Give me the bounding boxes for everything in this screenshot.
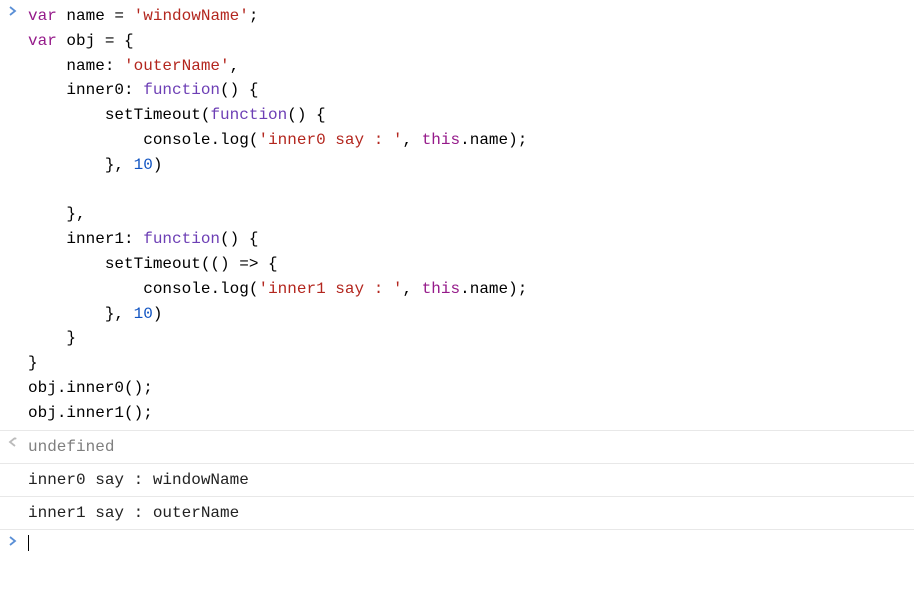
code-token: 'inner0 say : '	[258, 131, 402, 149]
code-token: =>	[239, 255, 258, 273]
code-token: this	[422, 280, 460, 298]
code-token: }	[66, 329, 76, 347]
code-token: var	[28, 7, 57, 25]
code-token: 'inner1 say : '	[258, 280, 402, 298]
code-token: },	[105, 305, 134, 323]
code-token: obj	[28, 404, 57, 422]
input-chevron-icon	[8, 6, 20, 18]
code-token	[57, 7, 67, 25]
code-token: ();	[124, 379, 153, 397]
code-token: );	[508, 280, 527, 298]
code-token: function	[143, 230, 220, 248]
code-token: ,	[230, 57, 240, 75]
code-token: () {	[220, 230, 258, 248]
code-token: ,	[403, 131, 422, 149]
code-token: setTimeout	[105, 255, 201, 273]
prompt-cursor[interactable]	[28, 535, 29, 551]
console-log-entry: inner1 say : outerName	[0, 497, 914, 530]
code-token: )	[153, 305, 163, 323]
code-token: setTimeout	[105, 106, 201, 124]
code-token: ;	[249, 7, 259, 25]
code-token: name	[470, 131, 508, 149]
code-token: this	[422, 131, 460, 149]
code-token: }	[28, 354, 38, 372]
code-token: 10	[134, 305, 153, 323]
code-token: .	[460, 131, 470, 149]
code-token: :	[124, 81, 143, 99]
code-token: .	[57, 379, 67, 397]
code-token: .	[460, 280, 470, 298]
console-log-entry: inner0 say : windowName	[0, 464, 914, 497]
code-token: obj	[66, 32, 95, 50]
code-token: {	[258, 255, 277, 273]
code-token: name	[66, 57, 104, 75]
code-token: inner1	[66, 404, 124, 422]
log-message: inner0 say : windowName	[28, 471, 249, 489]
code-token: log	[220, 131, 249, 149]
console-result-entry: undefined	[0, 431, 914, 464]
code-token: 'windowName'	[134, 7, 249, 25]
code-token: .	[210, 131, 220, 149]
code-token: },	[66, 205, 85, 223]
code-token: function	[210, 106, 287, 124]
console-prompt-entry[interactable]	[0, 530, 914, 558]
code-token: inner0	[66, 81, 124, 99]
code-token: :	[124, 230, 143, 248]
code-token: = {	[95, 32, 133, 50]
code-token: var	[28, 32, 57, 50]
code-token: .	[210, 280, 220, 298]
input-chevron-icon	[8, 536, 20, 548]
code-token: () {	[220, 81, 258, 99]
code-block[interactable]: var name = 'windowName'; var obj = { nam…	[28, 4, 914, 426]
code-token: .	[57, 404, 67, 422]
code-token: obj	[28, 379, 57, 397]
code-token: 'outerName'	[124, 57, 230, 75]
code-token: (	[201, 106, 211, 124]
console-input-entry: var name = 'windowName'; var obj = { nam…	[0, 0, 914, 431]
code-token: log	[220, 280, 249, 298]
code-token	[57, 32, 67, 50]
code-token: inner0	[66, 379, 124, 397]
code-token: )	[153, 156, 163, 174]
code-token: console	[143, 131, 210, 149]
code-token: inner1	[66, 230, 124, 248]
code-token: name	[66, 7, 104, 25]
log-message: inner1 say : outerName	[28, 504, 239, 522]
code-token: console	[143, 280, 210, 298]
code-token: );	[508, 131, 527, 149]
code-token: (()	[201, 255, 239, 273]
code-token: name	[470, 280, 508, 298]
code-token: () {	[287, 106, 325, 124]
code-token: ,	[403, 280, 422, 298]
result-value: undefined	[28, 438, 114, 456]
code-token: :	[105, 57, 124, 75]
code-token: 10	[134, 156, 153, 174]
result-chevron-icon	[8, 437, 20, 449]
code-token: ();	[124, 404, 153, 422]
code-token: },	[105, 156, 134, 174]
code-token: function	[143, 81, 220, 99]
code-token: =	[105, 7, 134, 25]
